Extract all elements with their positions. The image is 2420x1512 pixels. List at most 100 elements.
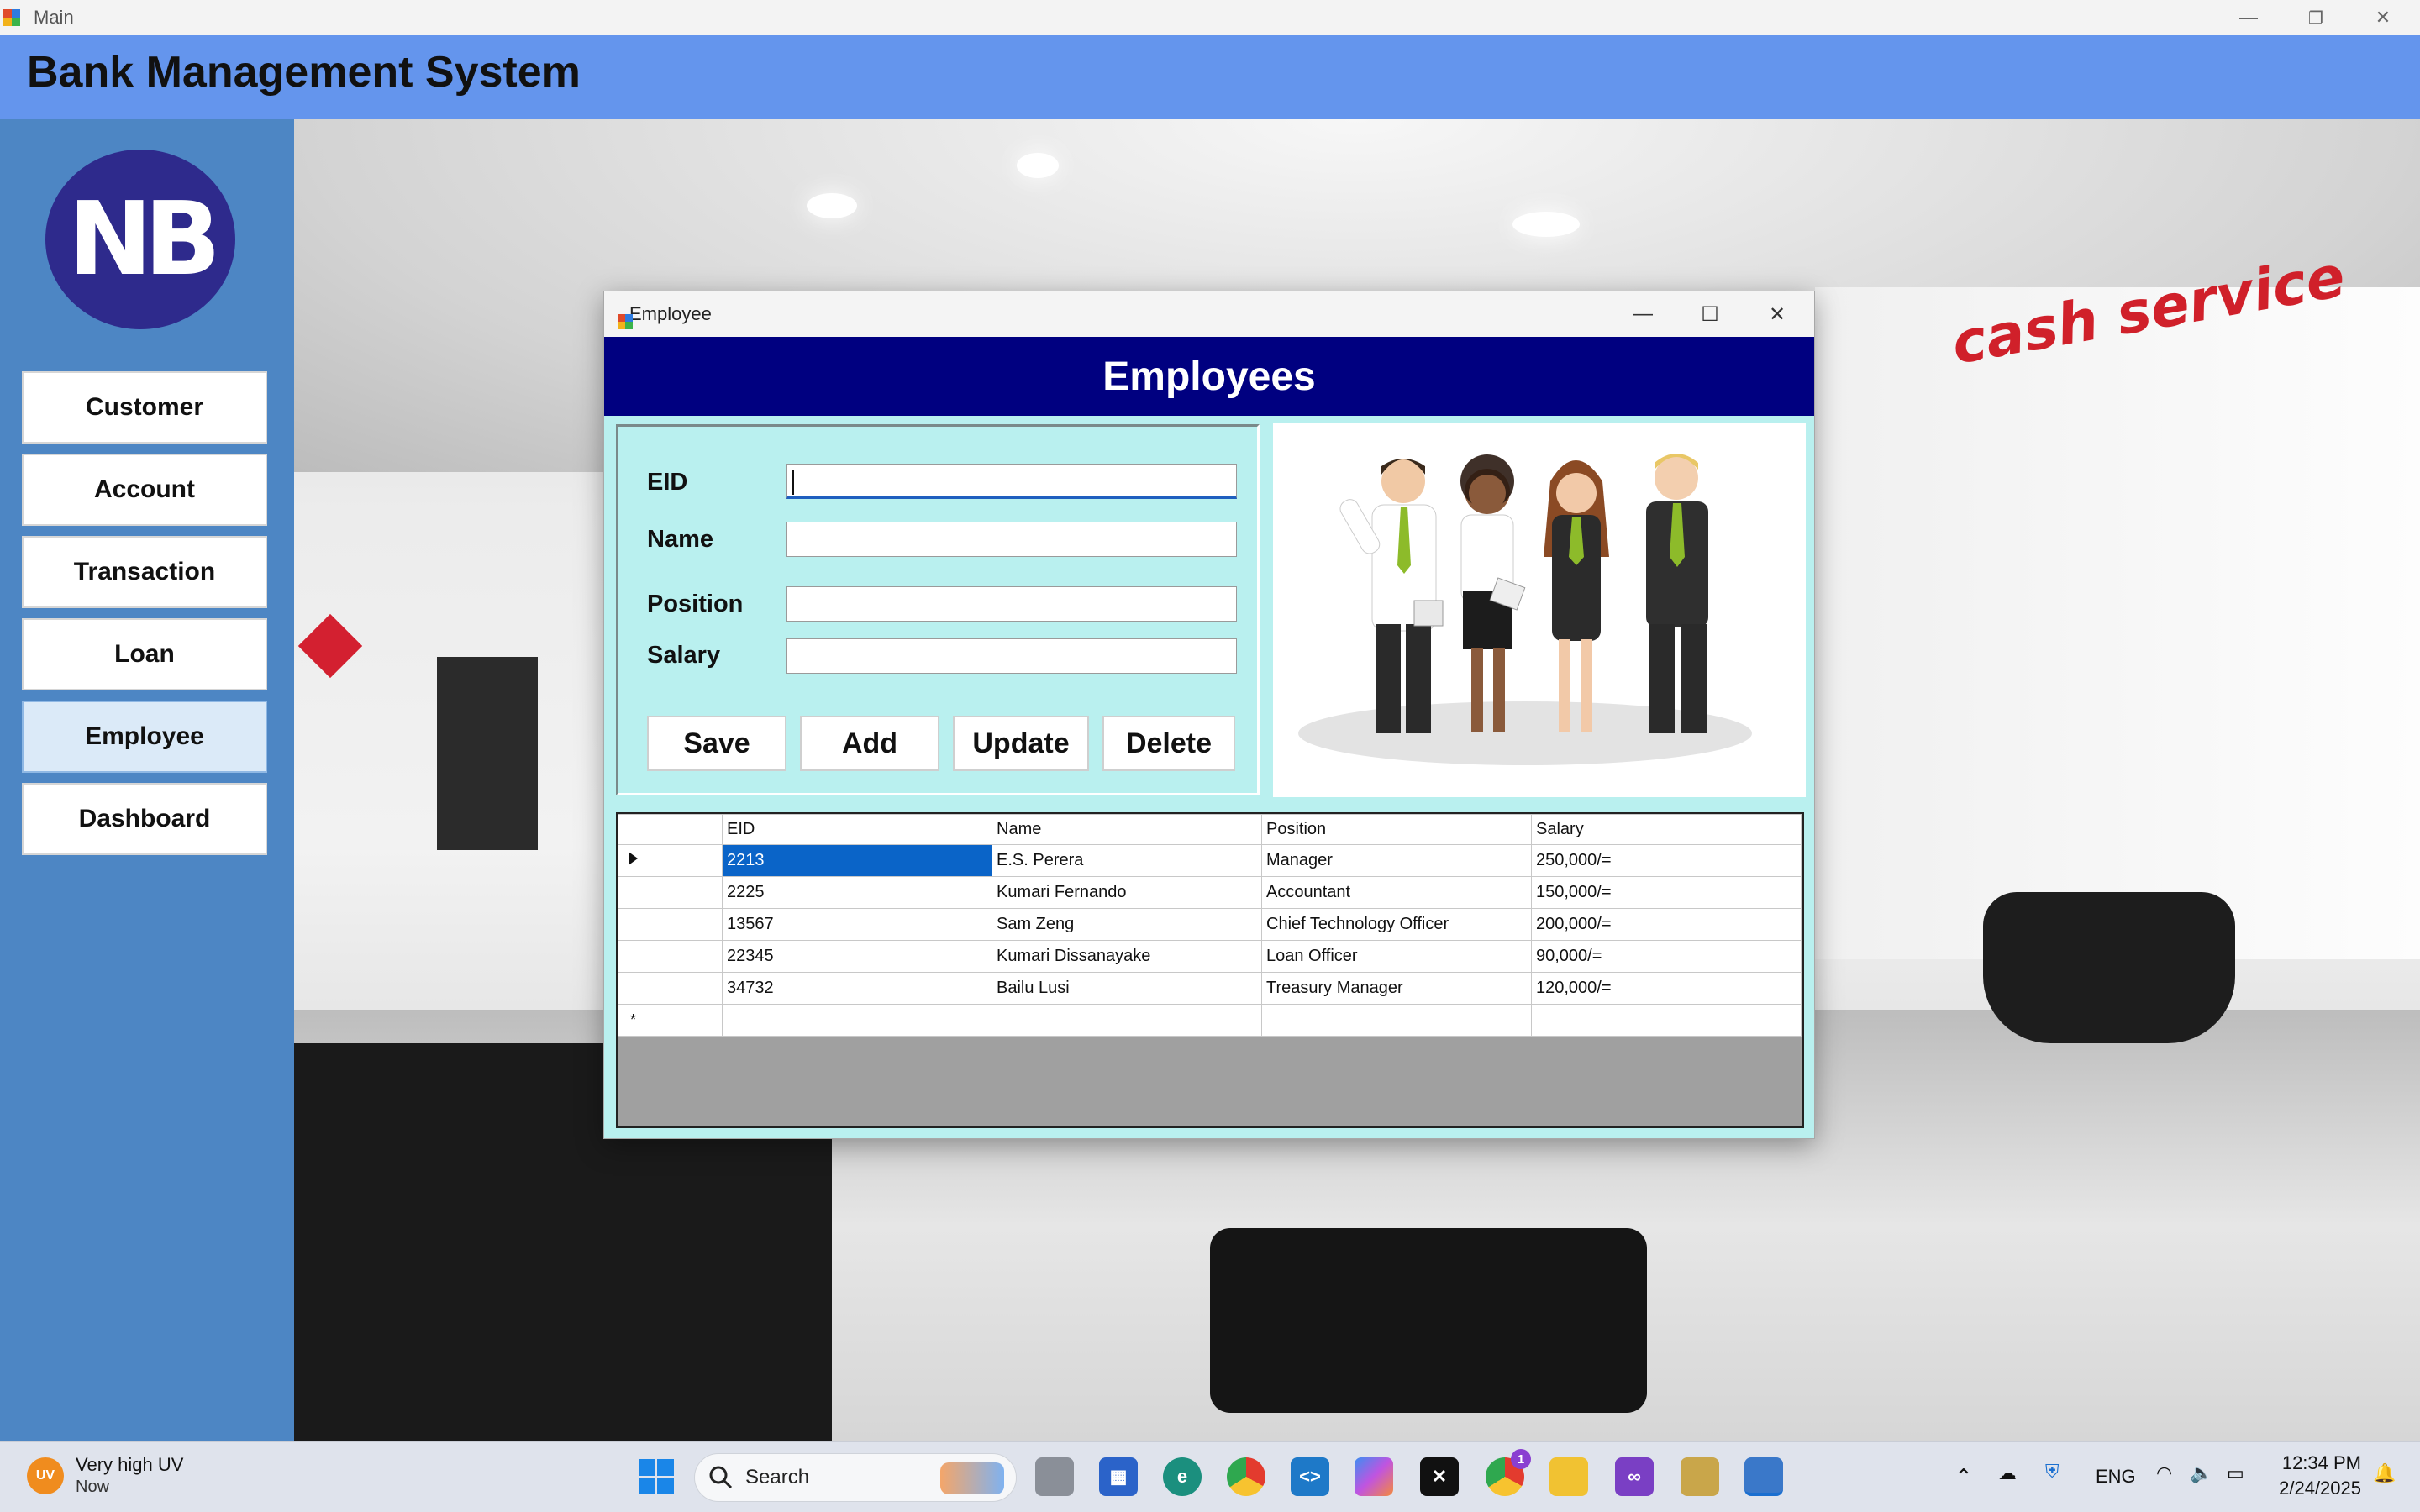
dialog-minimize-button[interactable]: —	[1609, 291, 1676, 337]
nav-customer-button[interactable]: Customer	[22, 371, 267, 444]
nav-dashboard-button[interactable]: Dashboard	[22, 783, 267, 855]
clock-time[interactable]: 12:34 PM	[2277, 1452, 2361, 1474]
defender-icon[interactable]: ⛨	[2045, 1461, 2060, 1483]
eid-input[interactable]	[786, 464, 1237, 499]
display-screen	[437, 657, 538, 850]
column-header-eid[interactable]: EID	[722, 814, 992, 845]
capcut-icon[interactable]: ✕	[1420, 1457, 1459, 1496]
grid-cell[interactable]	[1531, 1004, 1802, 1037]
vscode-icon[interactable]: <>	[1291, 1457, 1329, 1496]
ceiling-light	[1512, 212, 1580, 237]
grid-cell[interactable]: Treasury Manager	[1261, 972, 1532, 1005]
minimize-button[interactable]: —	[2215, 0, 2282, 35]
task-view-icon[interactable]	[1035, 1457, 1074, 1496]
grid-cell[interactable]: Kumari Dissanayake	[992, 940, 1262, 973]
grid-cell[interactable]: Manager	[1261, 844, 1532, 877]
grid-cell[interactable]: 13567	[722, 908, 992, 941]
grid-cell[interactable]	[1261, 1004, 1532, 1037]
table-row[interactable]: 2225 Kumari Fernando Accountant 150,000/…	[618, 876, 1802, 909]
nav-account-button[interactable]: Account	[22, 454, 267, 526]
restore-button[interactable]: ❐	[2282, 0, 2349, 35]
column-header-name[interactable]: Name	[992, 814, 1262, 845]
start-menu-icon[interactable]	[637, 1457, 676, 1496]
nav-employee-button[interactable]: Employee	[22, 701, 267, 773]
clock-date[interactable]: 2/24/2025	[2269, 1478, 2361, 1499]
table-row[interactable]: 2213 E.S. Perera Manager 250,000/=	[618, 844, 1802, 877]
grid-cell[interactable]: E.S. Perera	[992, 844, 1262, 877]
store-icon[interactable]: ▦	[1099, 1457, 1138, 1496]
name-label: Name	[647, 526, 713, 553]
add-button[interactable]: Add	[800, 716, 939, 771]
app-icon	[3, 9, 20, 26]
row-header[interactable]	[618, 972, 723, 1005]
taskbar-search[interactable]: Search	[694, 1453, 1017, 1502]
notifications-bell-icon[interactable]: 🔔	[2373, 1462, 2396, 1484]
file-explorer-icon[interactable]	[1549, 1457, 1588, 1496]
volume-icon[interactable]: 🔈	[2190, 1462, 2212, 1484]
close-button[interactable]: ✕	[2349, 0, 2417, 35]
name-input[interactable]	[786, 522, 1237, 557]
grid-cell[interactable]: 2213	[722, 844, 992, 877]
employee-form: EID Name Position Salary Save Add Update…	[616, 424, 1260, 795]
employee-grid[interactable]: EID Name Position Salary 2213 E.S. Perer…	[616, 812, 1804, 1128]
weather-widget[interactable]: UV Very high UV Now	[27, 1454, 183, 1497]
grid-cell[interactable]	[992, 1004, 1262, 1037]
bank-app-icon[interactable]	[1744, 1457, 1783, 1496]
current-row-indicator[interactable]	[618, 844, 723, 877]
language-indicator[interactable]: ENG	[2096, 1466, 2136, 1488]
grid-cell[interactable]: 22345	[722, 940, 992, 973]
chrome-profile-icon[interactable]: 1	[1486, 1449, 1531, 1496]
chrome-icon[interactable]	[1227, 1457, 1265, 1496]
paint-icon[interactable]	[1681, 1457, 1719, 1496]
app-header: Bank Management System	[0, 35, 2420, 119]
row-header[interactable]	[618, 876, 723, 909]
row-header[interactable]	[618, 940, 723, 973]
grid-cell[interactable]	[722, 1004, 992, 1037]
employees-heading: Employees	[1102, 354, 1316, 399]
visual-studio-icon[interactable]: ∞	[1615, 1457, 1654, 1496]
grid-cell[interactable]: Sam Zeng	[992, 908, 1262, 941]
onedrive-icon[interactable]: ☁	[1998, 1462, 2017, 1484]
nav-transaction-button[interactable]: Transaction	[22, 536, 267, 608]
taskbar: UV Very high UV Now Search ▦ e <> ✕ 1 ∞ …	[0, 1441, 2420, 1512]
grid-cell[interactable]: 90,000/=	[1531, 940, 1802, 973]
table-row[interactable]: 13567 Sam Zeng Chief Technology Officer …	[618, 908, 1802, 941]
battery-icon[interactable]: ▭	[2227, 1462, 2244, 1484]
grid-cell[interactable]: 250,000/=	[1531, 844, 1802, 877]
grid-cell[interactable]: 150,000/=	[1531, 876, 1802, 909]
position-input[interactable]	[786, 586, 1237, 622]
grid-cell[interactable]: 34732	[722, 972, 992, 1005]
delete-button[interactable]: Delete	[1102, 716, 1235, 771]
employees-illustration-svg	[1298, 454, 1752, 765]
save-button[interactable]: Save	[647, 716, 786, 771]
grid-cell[interactable]: Bailu Lusi	[992, 972, 1262, 1005]
dialog-close-button[interactable]: ✕	[1744, 291, 1811, 337]
copilot-icon[interactable]	[1355, 1457, 1393, 1496]
row-header[interactable]	[618, 908, 723, 941]
grid-cell[interactable]: Kumari Fernando	[992, 876, 1262, 909]
grid-cell[interactable]: 200,000/=	[1531, 908, 1802, 941]
grid-cell[interactable]: Accountant	[1261, 876, 1532, 909]
grid-cell[interactable]: 2225	[722, 876, 992, 909]
table-row[interactable]: 34732 Bailu Lusi Treasury Manager 120,00…	[618, 972, 1802, 1005]
wifi-icon[interactable]: ◠	[2156, 1462, 2172, 1484]
weather-subtitle: Now	[76, 1478, 110, 1496]
table-row[interactable]: 22345 Kumari Dissanayake Loan Officer 90…	[618, 940, 1802, 973]
column-header-salary[interactable]: Salary	[1531, 814, 1802, 845]
update-button[interactable]: Update	[953, 716, 1089, 771]
edge-icon[interactable]: e	[1163, 1457, 1202, 1496]
row-header-corner	[618, 814, 723, 845]
ceiling-light	[1017, 153, 1059, 178]
grid-cell[interactable]: Loan Officer	[1261, 940, 1532, 973]
dialog-maximize-button[interactable]: ☐	[1676, 291, 1744, 337]
grid-cell[interactable]: 120,000/=	[1531, 972, 1802, 1005]
new-row[interactable]: *	[618, 1004, 1802, 1037]
column-header-position[interactable]: Position	[1261, 814, 1532, 845]
employee-figure	[1646, 454, 1708, 733]
nav-loan-button[interactable]: Loan	[22, 618, 267, 690]
grid-cell[interactable]: Chief Technology Officer	[1261, 908, 1532, 941]
salary-input[interactable]	[786, 638, 1237, 674]
new-row-marker[interactable]: *	[618, 1004, 723, 1037]
window-title: Main	[34, 7, 74, 28]
chevron-up-icon[interactable]: ⌃	[1954, 1464, 1973, 1490]
